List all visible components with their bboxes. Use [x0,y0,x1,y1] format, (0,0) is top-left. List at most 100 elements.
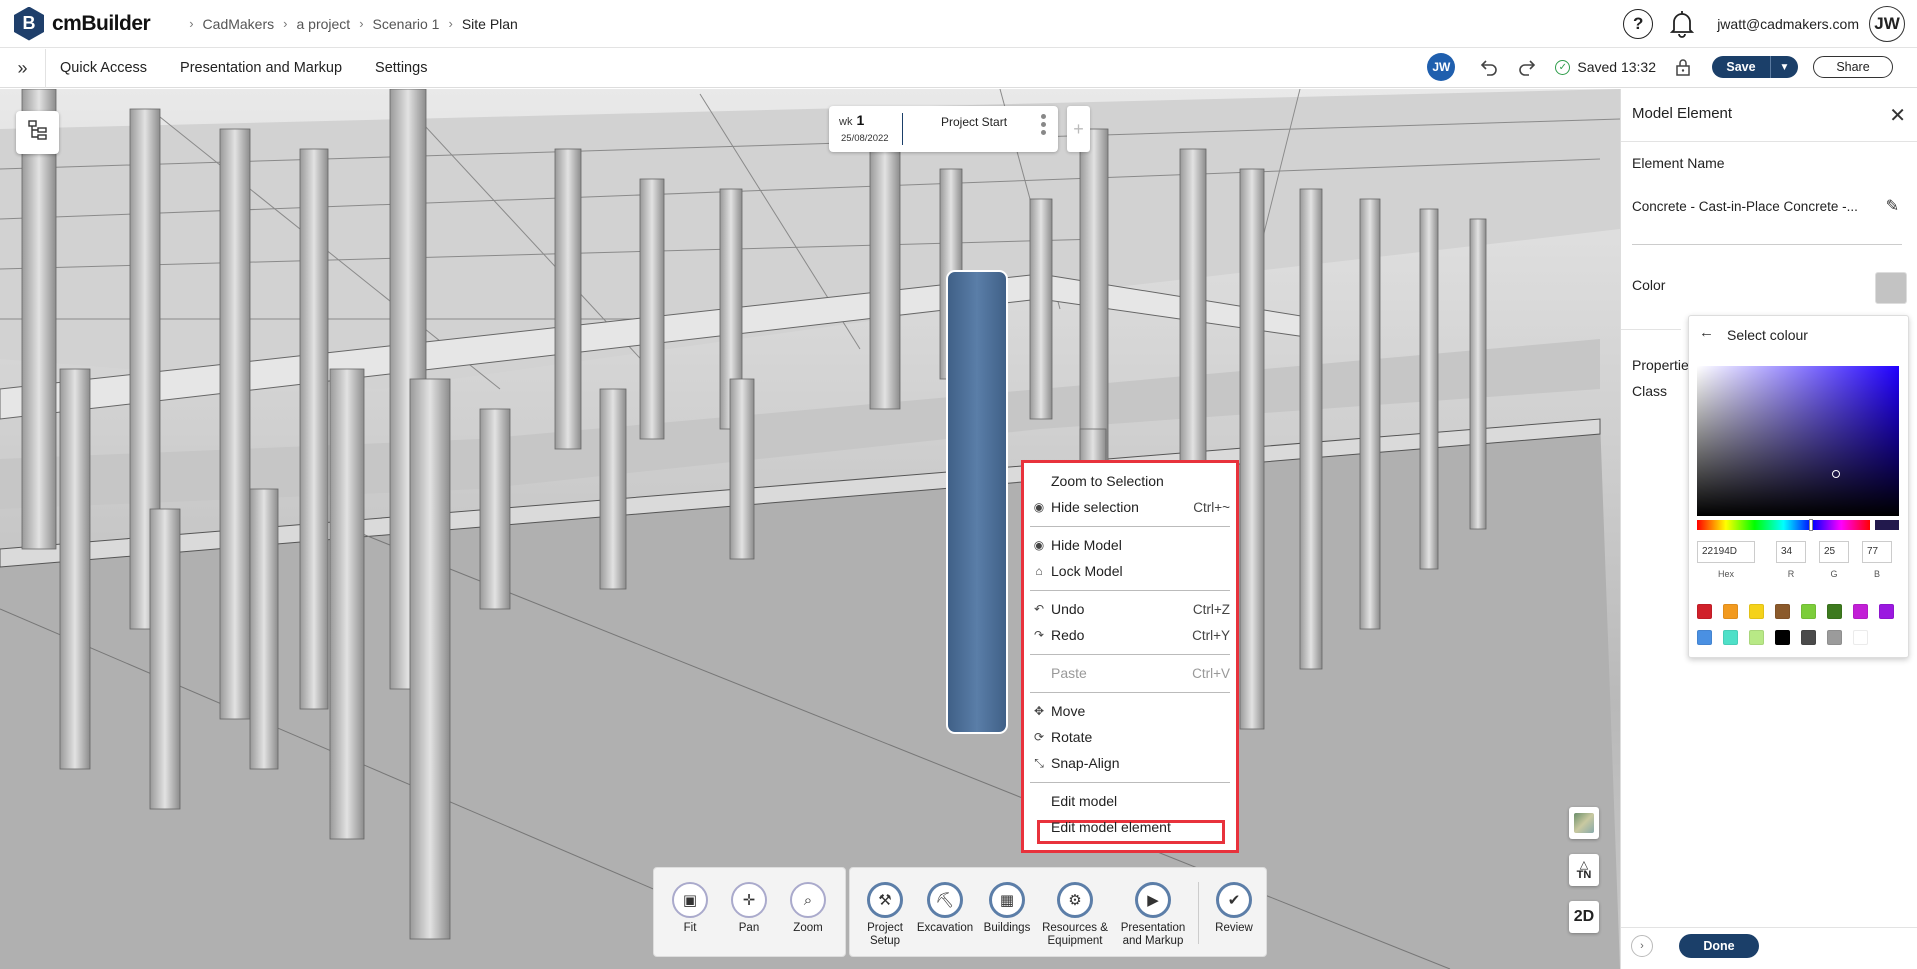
toggle-2d-button[interactable]: 2D [1569,901,1599,933]
resources-tool[interactable]: ⚙ Resources & Equipment [1040,882,1110,948]
menu-quick-access[interactable]: Quick Access [60,60,147,76]
buildings-icon: ▦ [989,882,1025,918]
color-swatch[interactable] [1697,604,1712,619]
menu-hide-selection[interactable]: ◉ Hide selection Ctrl+~ [1030,496,1230,518]
expand-sidebar-icon[interactable]: » [0,48,46,88]
menu-presentation-markup[interactable]: Presentation and Markup [180,60,342,76]
color-swatch[interactable] [1801,604,1816,619]
zoom-tool[interactable]: ⌕ Zoom [778,882,838,935]
chevron-right-icon[interactable]: › [1631,935,1653,957]
redo-icon[interactable] [1515,54,1541,80]
menu-settings[interactable]: Settings [375,60,427,76]
map-thumbnail-button[interactable] [1569,807,1599,839]
red-input[interactable]: 34 [1776,541,1806,563]
redo-icon: ↷ [1033,628,1045,642]
project-setup-icon: ⚒ [867,882,903,918]
color-swatch[interactable] [1775,630,1790,645]
logo-icon: B [14,6,44,41]
chevron-right-icon: › [283,16,288,31]
collaborator-avatar[interactable]: JW [1427,53,1456,81]
pan-icon: ✛ [731,882,767,918]
hue-handle[interactable] [1809,519,1813,531]
user-email[interactable]: jwatt@cadmakers.com [1717,16,1859,32]
blue-input[interactable]: 77 [1862,541,1892,563]
color-swatch[interactable] [1749,604,1764,619]
undo-icon: ↶ [1033,602,1045,616]
color-swatch[interactable] [1879,604,1894,619]
fit-tool[interactable]: ▣ Fit [660,882,720,935]
more-options-icon[interactable] [1041,114,1047,138]
resources-icon: ⚙ [1057,882,1093,918]
red-caption: R [1787,569,1795,579]
color-swatch[interactable] [1853,630,1868,645]
breadcrumb-item-company[interactable]: CadMakers [203,16,275,32]
menu-edit-model[interactable]: Edit model [1030,790,1230,812]
undo-icon[interactable] [1475,54,1501,80]
menu-snap-align[interactable]: ⤡ Snap-Align [1030,752,1230,774]
hue-slider[interactable] [1697,520,1870,530]
app-logo[interactable]: B cmBuilder [14,6,151,41]
user-avatar[interactable]: JW [1869,6,1905,42]
pan-tool[interactable]: ✛ Pan [719,882,779,935]
class-label: Class [1632,383,1668,399]
color-swatch[interactable] [1723,630,1738,645]
breadcrumb-item-current: Site Plan [461,15,518,32]
hex-input[interactable]: 22194D [1697,541,1755,563]
timeline-divider [902,113,903,145]
close-icon[interactable]: ✕ [1889,103,1906,128]
panel-title: Model Element [1632,105,1733,122]
menu-lock-model[interactable]: ⌂ Lock Model [1030,560,1230,582]
element-name-value: Concrete - Cast-in-Place Concrete -... [1632,199,1858,214]
done-button[interactable]: Done [1679,934,1759,958]
share-button[interactable]: Share [1813,56,1893,78]
model-tree-button[interactable] [16,111,59,154]
blue-caption: B [1873,569,1880,579]
color-swatch[interactable] [1827,604,1842,619]
color-swatch[interactable] [1723,604,1738,619]
menu-zoom-to-selection[interactable]: Zoom to Selection [1030,470,1230,492]
menu-edit-model-element[interactable]: Edit model element [1030,816,1230,838]
color-swatch[interactable] [1697,630,1712,645]
app-name: cmBuilder [52,11,151,35]
bell-icon[interactable] [1667,8,1697,40]
save-button[interactable]: Save [1712,56,1770,78]
save-options-chevron-icon[interactable]: ▼ [1770,56,1798,78]
menu-hide-model[interactable]: ◉ Hide Model [1030,534,1230,556]
color-swatch[interactable] [1827,630,1842,645]
menu-rotate[interactable]: ⟳ Rotate [1030,726,1230,748]
color-swatch[interactable] [1853,604,1868,619]
project-setup-tool[interactable]: ⚒ Project Setup [855,882,915,948]
3d-viewport[interactable]: wk 1 25/08/2022 Project Start + ▣ Fit ✛ Pan… [0,89,1620,969]
toolbar: » Quick Access Presentation and Markup S… [0,48,1917,88]
building-model-render[interactable] [0,89,1620,969]
buildings-tool[interactable]: ▦ Buildings [977,882,1037,935]
pencil-icon[interactable]: ✎ [1886,196,1899,216]
hex-caption: Hex [1717,569,1734,579]
eye-icon: ◉ [1033,538,1045,552]
color-swatch[interactable] [1801,630,1816,645]
green-input[interactable]: 25 [1819,541,1849,563]
menu-move[interactable]: ✥ Move [1030,700,1230,722]
color-cursor[interactable] [1832,470,1840,478]
true-north-button[interactable]: △ TN [1569,854,1599,886]
color-swatch-button[interactable] [1875,272,1907,304]
presentation-tool[interactable]: ▶ Presentation and Markup [1118,882,1188,948]
help-icon[interactable]: ? [1623,9,1654,39]
color-swatch[interactable] [1775,604,1790,619]
breadcrumb-item-project[interactable]: a project [296,16,350,32]
breadcrumb-item-scenario[interactable]: Scenario 1 [373,16,440,32]
menu-undo[interactable]: ↶ Undo Ctrl+Z [1030,598,1230,620]
color-swatch[interactable] [1749,630,1764,645]
saturation-value-area[interactable] [1697,366,1899,516]
lock-icon: ⌂ [1035,564,1043,578]
add-milestone-button[interactable]: + [1067,106,1090,152]
excavation-tool[interactable]: ⛏ Excavation [915,882,975,935]
tool-divider [1198,882,1199,944]
back-arrow-icon[interactable]: ← [1699,324,1714,341]
zoom-icon: ⌕ [790,882,826,918]
lock-icon[interactable] [1670,54,1696,80]
timeline-card[interactable]: wk 1 25/08/2022 Project Start [829,106,1058,152]
chevron-right-icon: › [448,16,453,31]
menu-redo[interactable]: ↷ Redo Ctrl+Y [1030,624,1230,646]
review-tool[interactable]: ✔ Review [1204,882,1264,935]
